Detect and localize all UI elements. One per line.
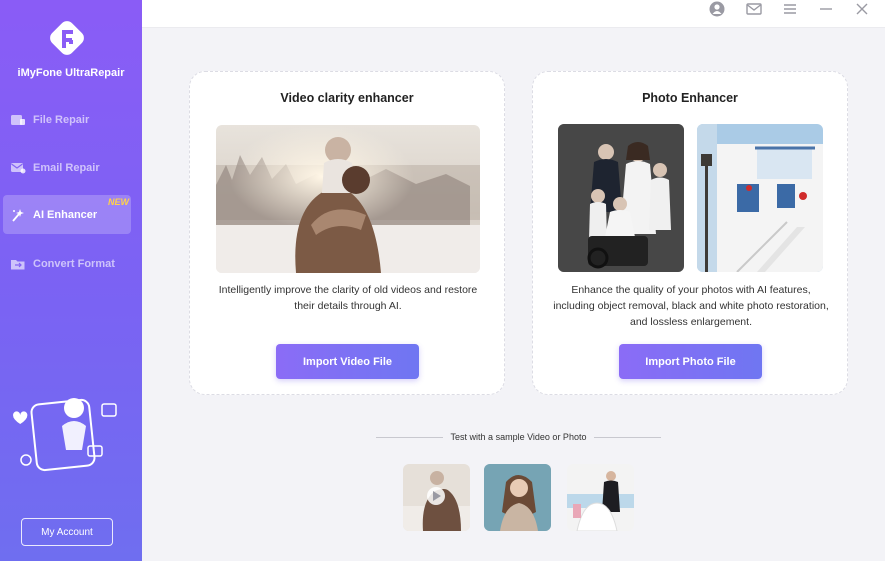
import-photo-button[interactable]: Import Photo File xyxy=(619,344,762,379)
sample-section-title: Test with a sample Video or Photo xyxy=(450,432,587,442)
sidebar-item-label: AI Enhancer xyxy=(33,208,98,221)
new-badge: NEW xyxy=(108,197,129,207)
account-icon[interactable] xyxy=(707,0,727,19)
sidebar-item-label: Email Repair xyxy=(33,161,100,174)
ai-enhancer-icon xyxy=(9,208,27,222)
my-account-button[interactable]: My Account xyxy=(21,518,113,546)
sample-video-thumbnail[interactable] xyxy=(403,464,470,531)
sidebar-illustration xyxy=(13,398,117,472)
video-preview-image xyxy=(216,125,480,273)
sidebar-item-file-repair[interactable]: File Repair xyxy=(3,100,131,139)
menu-icon[interactable] xyxy=(780,0,800,19)
close-icon[interactable] xyxy=(852,0,872,19)
sidebar-item-convert-format[interactable]: Convert Format xyxy=(3,244,131,283)
file-repair-icon xyxy=(9,113,27,127)
video-enhancer-card: Video clarity enhancer Intelligently imp… xyxy=(189,71,505,395)
sidebar-item-label: Convert Format xyxy=(33,257,115,270)
photo-enhancer-card: Photo Enhancer Enhance the quality of yo… xyxy=(532,71,848,395)
photo-card-description: Enhance the quality of your photos with … xyxy=(553,284,829,328)
title-bar xyxy=(142,0,885,28)
mail-icon[interactable] xyxy=(744,0,764,19)
import-video-button[interactable]: Import Video File xyxy=(276,344,419,379)
sample-photo-wedding[interactable] xyxy=(567,464,634,531)
building-photo-image xyxy=(697,124,823,272)
minimize-icon[interactable] xyxy=(816,0,836,19)
convert-format-icon xyxy=(9,257,27,271)
sample-photo-portrait[interactable] xyxy=(484,464,551,531)
app-logo-icon xyxy=(50,21,84,55)
photo-card-title: Photo Enhancer xyxy=(642,91,738,105)
sidebar-item-email-repair[interactable]: Email Repair xyxy=(3,148,131,187)
sample-section-header: Test with a sample Video or Photo xyxy=(376,432,662,442)
divider xyxy=(594,436,662,438)
divider xyxy=(376,436,443,438)
email-repair-icon xyxy=(9,161,27,175)
sidebar-item-label: File Repair xyxy=(33,113,90,126)
sidebar-item-ai-enhancer[interactable]: AI Enhancer NEW xyxy=(3,195,131,234)
sidebar: iMyFone UltraRepair File Repair Email Re… xyxy=(0,0,142,561)
video-card-title: Video clarity enhancer xyxy=(280,91,414,105)
video-card-description: Intelligently improve the clarity of old… xyxy=(218,284,478,312)
app-name: iMyFone UltraRepair xyxy=(17,67,125,79)
family-photo-image xyxy=(558,124,684,272)
